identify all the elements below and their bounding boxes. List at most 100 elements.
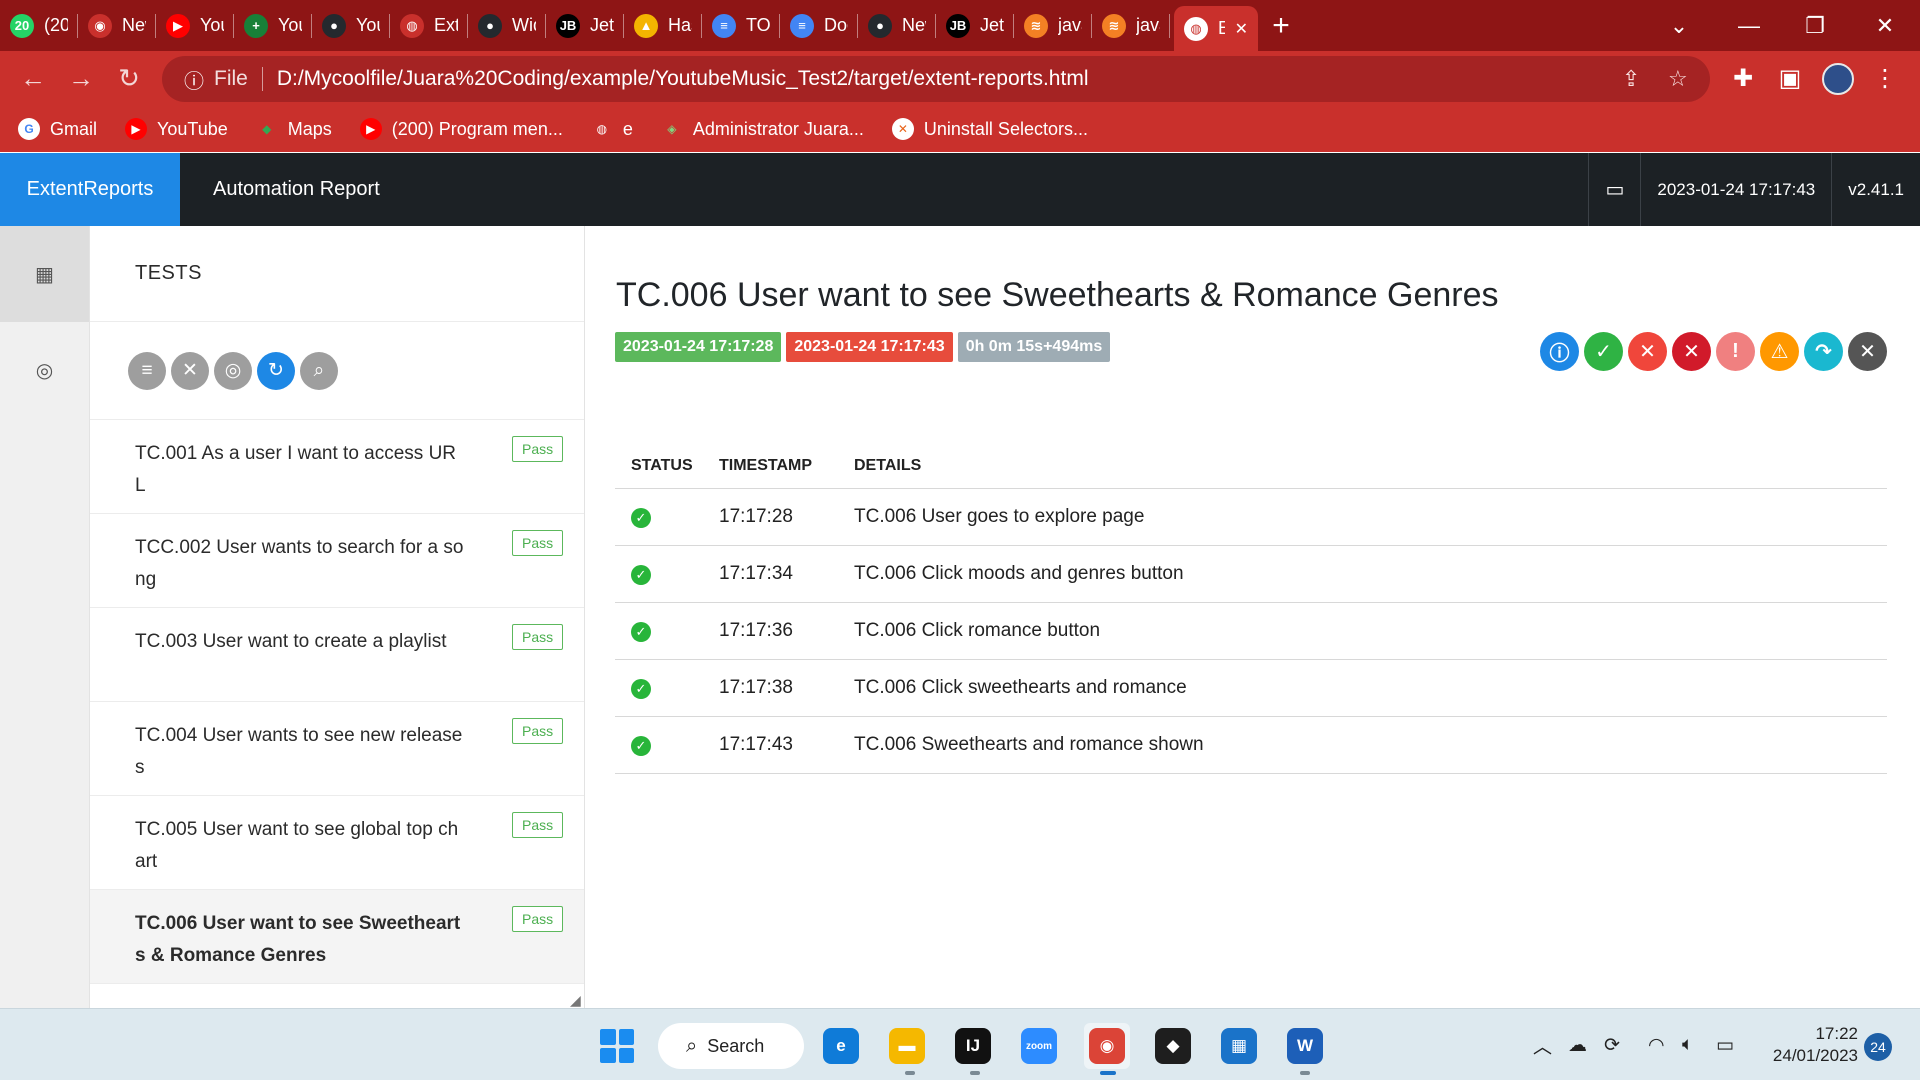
back-button[interactable]: ← [10, 56, 56, 102]
onedrive-icon[interactable]: ☁ [1568, 1009, 1587, 1080]
browser-tab[interactable]: ● Wid [468, 0, 546, 51]
extensions-puzzle-icon[interactable]: ✚ [1720, 51, 1766, 106]
taskbar-search[interactable]: ⌕ Search [658, 1023, 804, 1069]
system-clock[interactable]: 17:22 24/01/2023 [1754, 1023, 1858, 1067]
tray-chevron-icon[interactable]: ︿ [1533, 1009, 1552, 1080]
warning-status-icon[interactable]: ⚠ [1760, 332, 1799, 371]
clock-date: 24/01/2023 [1772, 1046, 1858, 1065]
column-header-timestamp: TIMESTAMP [703, 444, 838, 489]
bookmark-item[interactable]: ◆ Maps [256, 118, 332, 140]
start-button[interactable] [600, 1029, 634, 1063]
reload-button[interactable]: ↻ [106, 56, 152, 102]
browser-tab[interactable]: ▶ YouT [156, 0, 234, 51]
dashboard-nav-item[interactable]: ▦ [0, 226, 89, 322]
bookmark-item[interactable]: ◍ e [591, 118, 633, 140]
tab-search-chevron-icon[interactable]: ⌄ [1646, 0, 1712, 51]
test-list-item[interactable]: TCC.002 User wants to search for a song P… [90, 514, 584, 608]
browser-tab[interactable]: ≡ Doc [780, 0, 858, 51]
browser-tab[interactable]: ≋ java [1014, 0, 1092, 51]
dropbox-app-icon[interactable]: ◆ [1150, 1023, 1196, 1069]
fail-status-icon[interactable]: ✕ [1628, 332, 1667, 371]
bookmark-item[interactable]: ▶ (200) Program men... [359, 118, 563, 140]
resize-grip-icon[interactable]: ◢ [570, 992, 581, 1009]
browser-tab[interactable]: JB JetB [936, 0, 1014, 51]
tab-title: Yout [278, 15, 302, 35]
filter-fail-icon[interactable]: ✕ [171, 351, 209, 390]
test-list-item[interactable]: TC.001 As a user I want to access URL Pas… [90, 420, 584, 514]
share-icon[interactable]: ⇪ [1622, 56, 1640, 102]
browser-tab[interactable]: ● Your [312, 0, 390, 51]
browser-tab[interactable]: ▲ Hasi [624, 0, 702, 51]
tests-title: TESTS [90, 226, 584, 322]
tests-nav-item[interactable]: ◎ [0, 322, 89, 418]
app-glyph: ▦ [1221, 1028, 1257, 1064]
bookmark-item[interactable]: ✕ Uninstall Selectors... [891, 118, 1088, 140]
browser-tab[interactable]: ◍ Exte [390, 0, 468, 51]
app-glyph: IJ [955, 1028, 991, 1064]
filter-fingerprint-icon[interactable]: ◎ [214, 351, 252, 390]
details-cell: TC.006 Sweethearts and romance shown [838, 716, 1887, 774]
browser-tab[interactable]: ≡ TOK [702, 0, 780, 51]
tab-title: Exte [434, 15, 458, 35]
test-list-item[interactable]: TC.005 User want to see global top chart… [90, 796, 584, 890]
profile-avatar[interactable] [1815, 51, 1861, 106]
address-url[interactable]: D:/Mycoolfile/Juara%20Coding/example/You… [263, 67, 1089, 91]
browser-tab[interactable]: 20 (20) [0, 0, 78, 51]
word-app-icon[interactable]: W [1282, 1023, 1328, 1069]
bookmark-item[interactable]: G Gmail [18, 118, 97, 140]
wifi-icon[interactable]: ◠ [1648, 1009, 1665, 1080]
test-list-item[interactable]: TC.003 User want to create a playlist Pas… [90, 608, 584, 702]
test-list-item[interactable]: TC.004 User wants to see new releases Pas… [90, 702, 584, 796]
zoom-app-icon[interactable]: zoom [1016, 1023, 1062, 1069]
bookmark-star-icon[interactable]: ☆ [1668, 56, 1688, 102]
stackoverflow-icon: ≋ [1102, 13, 1126, 38]
intellij-app-icon[interactable]: IJ [950, 1023, 996, 1069]
edge-app-icon[interactable]: e [818, 1023, 864, 1069]
bookmark-label: Uninstall Selectors... [923, 118, 1088, 139]
browser-tab[interactable]: + Yout [234, 0, 312, 51]
report-name: Automation Report [213, 178, 380, 200]
site-info-icon[interactable]: ⓘ [174, 65, 214, 94]
close-status-icon[interactable]: ✕ [1848, 332, 1887, 371]
monitor-icon[interactable]: ▭ [1588, 153, 1640, 226]
browser-tab[interactable]: ◉ New [78, 0, 156, 51]
bookmark-item[interactable]: ◈ Administrator Juara... [661, 118, 864, 140]
notification-badge[interactable]: 24 [1864, 1033, 1892, 1061]
test-list-item[interactable]: TC.006 User want to see Sweethearts & Ro… [90, 890, 584, 984]
minimize-button[interactable]: — [1716, 0, 1782, 51]
sync-icon[interactable]: ⟳ [1604, 1009, 1620, 1080]
skip-status-icon[interactable]: ↷ [1804, 332, 1843, 371]
browser-tab[interactable]: ● New [858, 0, 936, 51]
error-status-icon[interactable]: ! [1716, 332, 1755, 371]
side-panel-icon[interactable]: ▣ [1767, 51, 1813, 106]
forward-button[interactable]: → [58, 56, 104, 102]
pass-status-icon[interactable]: ✓ [1584, 332, 1623, 371]
tab-title: E [1218, 18, 1225, 38]
brand-logo[interactable]: ExtentReports [0, 153, 180, 226]
chrome-app-icon[interactable]: ◉ [1084, 1023, 1130, 1069]
bookmark-item[interactable]: ▶ YouTube [125, 118, 228, 140]
status-badge: Pass [512, 906, 564, 932]
browser-tab[interactable]: ≋ java [1092, 0, 1170, 51]
youtube-music-icon: ▶ [166, 13, 190, 38]
restore-button[interactable]: ❐ [1782, 0, 1848, 51]
status-cell: ✓ [615, 659, 703, 717]
filter-refresh-icon[interactable]: ↻ [257, 351, 295, 390]
maps-pin-icon: ◆ [262, 122, 272, 136]
browser-tab[interactable]: ◍ E ✕ [1174, 6, 1258, 51]
info-status-icon[interactable]: ⓘ [1540, 332, 1579, 371]
close-tab-icon[interactable]: ✕ [1235, 19, 1248, 39]
browser-tab[interactable]: JB JetB [546, 0, 624, 51]
volume-icon[interactable]: 🔈︎ [1682, 1009, 1693, 1080]
store-app-icon[interactable]: ▦ [1216, 1023, 1262, 1069]
fatal-status-icon[interactable]: ✕ [1672, 332, 1711, 371]
address-bar[interactable]: ⓘ File D:/Mycoolfile/Juara%20Coding/exam… [162, 56, 1710, 102]
github-icon: ● [868, 13, 892, 38]
battery-icon[interactable]: ▭ [1716, 1009, 1734, 1080]
browser-menu-icon[interactable]: ⋮ [1862, 51, 1908, 106]
close-window-button[interactable]: ✕ [1852, 0, 1918, 51]
search-icon[interactable]: ⌕ [300, 351, 338, 390]
file-explorer-app-icon[interactable]: ▬ [884, 1023, 930, 1069]
filter-all-icon[interactable]: ≡ [128, 351, 166, 390]
new-tab-button[interactable]: + [1258, 0, 1304, 51]
